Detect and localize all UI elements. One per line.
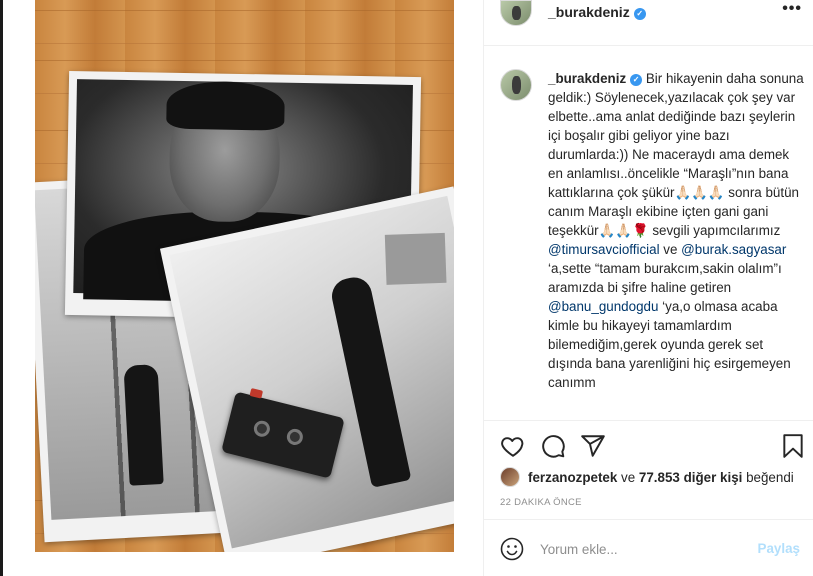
verified-badge-icon: ✓: [633, 8, 646, 20]
caption-segment: ‘a,sette “tamam burakcım,sakin olalım”ı …: [548, 261, 782, 295]
post-header: _burakdeniz ✓ •••: [484, 0, 813, 46]
liker-avatar[interactable]: [500, 467, 520, 487]
mention-link[interactable]: @burak.sagyasar: [681, 242, 786, 257]
cassette-reel: [285, 427, 305, 447]
post-side-panel: _burakdeniz ✓ ••• _burakdeniz ✓ Bir hikaye…: [483, 0, 813, 576]
caption-username-link[interactable]: _burakdeniz: [548, 71, 626, 86]
caption-text: _burakdeniz ✓ Bir hikayenin daha sonuna g…: [548, 69, 806, 392]
man-silhouette: [123, 364, 164, 486]
caption-area: _burakdeniz ✓ Bir hikayenin daha sonuna g…: [484, 47, 813, 419]
caption-segment: ve: [659, 242, 682, 257]
hair-shape: [166, 80, 285, 131]
username-link[interactable]: _burakdeniz: [548, 4, 630, 20]
header-username-row: _burakdeniz ✓: [548, 4, 646, 20]
mention-link[interactable]: @timursavciofficial: [548, 242, 660, 257]
share-icon[interactable]: [580, 433, 606, 459]
caption-segment: Bir hikayenin daha sonuna geldik:) Söyle…: [548, 71, 804, 238]
comment-box: Paylaş: [484, 519, 813, 576]
post-timestamp[interactable]: 22 dakika önce: [500, 497, 582, 508]
likes-connector: ve: [617, 469, 639, 485]
caption-avatar[interactable]: [500, 69, 532, 101]
heart-icon[interactable]: [500, 433, 526, 459]
bookmark-icon[interactable]: [780, 433, 806, 459]
mention-link[interactable]: @banu_gundogdu: [548, 299, 658, 314]
liker-username-link[interactable]: ferzanozpetek: [528, 470, 617, 485]
emoji-icon[interactable]: [500, 537, 524, 561]
standing-man-silhouette: [328, 274, 412, 488]
comment-icon[interactable]: [540, 433, 566, 459]
standing-scene: [169, 195, 454, 549]
floor-plank: [35, 10, 454, 44]
caption-body: Bir hikayenin daha sonuna geldik:) Söyle…: [548, 71, 804, 390]
action-bar: [484, 420, 813, 468]
likes-row: ferzanozpetek ve 77.853 diğer kişi beğen…: [500, 466, 794, 488]
record-button-shape: [249, 387, 264, 399]
likes-suffix: beğendi: [742, 469, 794, 485]
cassette-reel: [252, 419, 272, 439]
post-photo: [35, 0, 454, 552]
likes-count-link[interactable]: 77.853 diğer kişi: [639, 470, 742, 485]
softbox-light: [384, 232, 447, 285]
more-options-icon[interactable]: •••: [782, 0, 802, 18]
post-comment-button[interactable]: Paylaş: [758, 541, 800, 556]
avatar[interactable]: [500, 0, 532, 26]
post-media[interactable]: [3, 0, 483, 576]
comment-input[interactable]: [540, 538, 740, 560]
verified-badge-icon: ✓: [630, 74, 643, 86]
